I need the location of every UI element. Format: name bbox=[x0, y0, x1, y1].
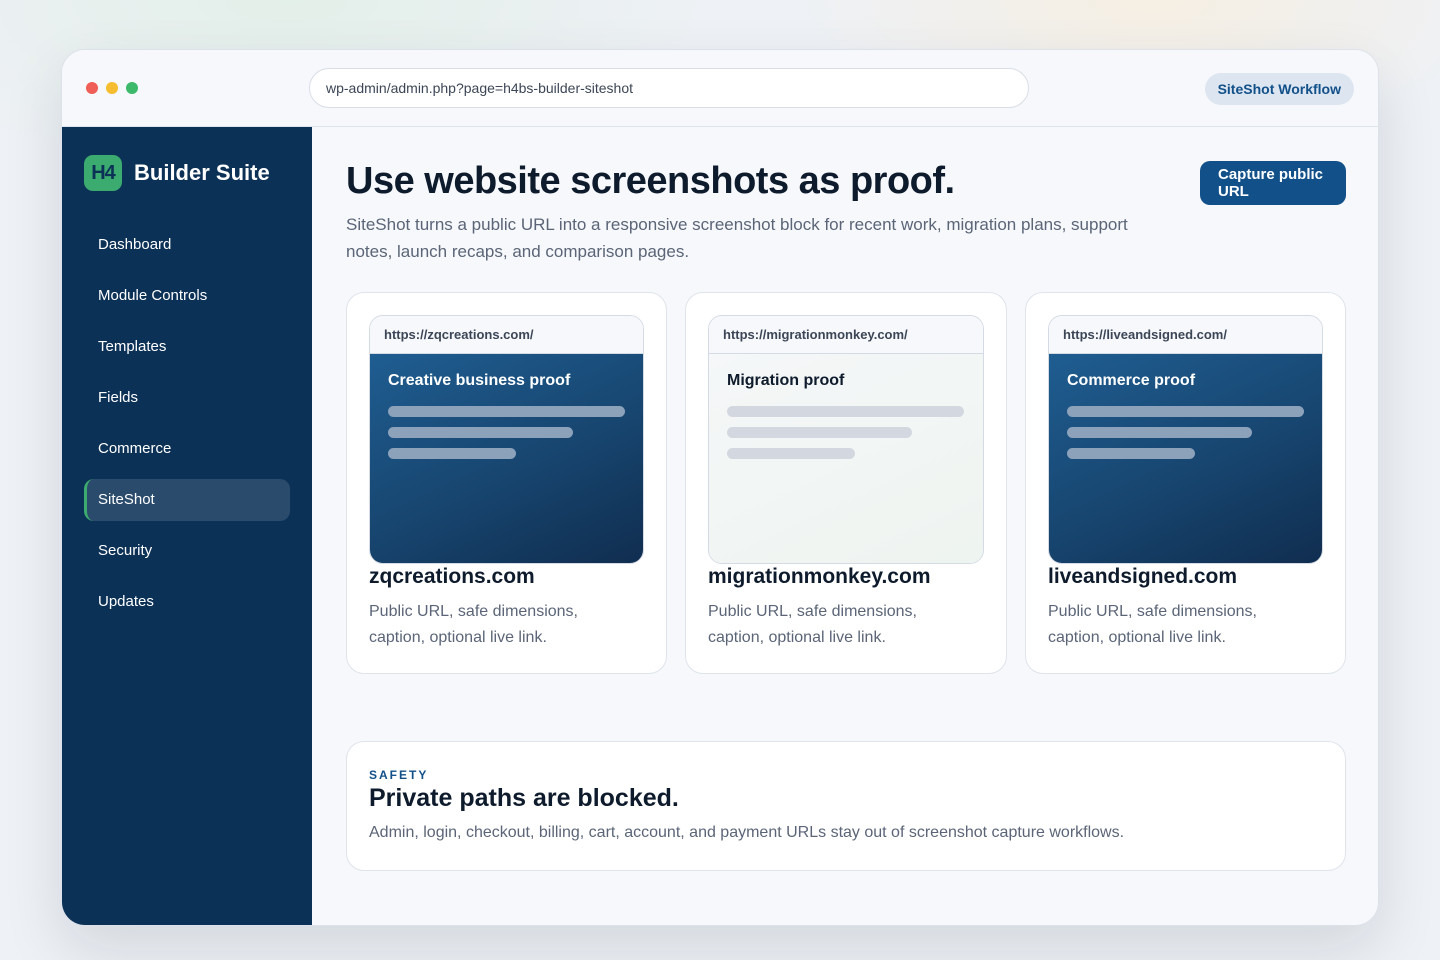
placeholder-line bbox=[1067, 448, 1195, 459]
main-content: Use website screenshots as proof. SiteSh… bbox=[312, 127, 1378, 925]
preview-url: https://liveandsigned.com/ bbox=[1049, 316, 1322, 354]
brand-logo-icon: H4 bbox=[84, 155, 122, 191]
preview-url: https://migrationmonkey.com/ bbox=[709, 316, 983, 354]
preview-title: Commerce proof bbox=[1067, 372, 1196, 389]
screenshot-card[interactable]: https://migrationmonkey.com/ Migration p… bbox=[685, 292, 1007, 674]
brand-name: Builder Suite bbox=[134, 160, 270, 185]
workflow-badge[interactable]: SiteShot Workflow bbox=[1204, 73, 1354, 105]
sidebar-item-updates[interactable]: Updates bbox=[84, 581, 290, 623]
safety-panel: SAFETY Private paths are blocked. Admin,… bbox=[346, 741, 1346, 871]
card-domain: zqcreations.com bbox=[369, 565, 535, 588]
placeholder-line bbox=[1067, 406, 1304, 417]
preview-title: Migration proof bbox=[727, 372, 845, 389]
maximize-window-button[interactable] bbox=[126, 82, 138, 94]
placeholder-line bbox=[727, 448, 855, 459]
safety-text: Admin, login, checkout, billing, cart, a… bbox=[369, 824, 1125, 841]
screenshot-preview[interactable]: https://migrationmonkey.com/ Migration p… bbox=[708, 315, 984, 564]
card-domain: liveandsigned.com bbox=[1048, 565, 1238, 588]
sidebar-item-dashboard[interactable]: Dashboard bbox=[84, 224, 290, 266]
brand[interactable]: H4 Builder Suite bbox=[84, 155, 270, 191]
card-domain: migrationmonkey.com bbox=[708, 565, 931, 588]
safety-title: Private paths are blocked. bbox=[369, 784, 679, 812]
card-caption: Public URL, safe dimensions, caption, op… bbox=[369, 603, 578, 646]
preview-url: https://zqcreations.com/ bbox=[370, 316, 643, 354]
screenshot-preview[interactable]: https://zqcreations.com/ Creative busine… bbox=[369, 315, 644, 564]
page-title: Use website screenshots as proof. bbox=[346, 160, 955, 202]
preview-body: Commerce proof bbox=[1049, 354, 1322, 563]
placeholder-line bbox=[727, 427, 912, 438]
placeholder-line bbox=[1067, 427, 1252, 438]
sidebar-item-module-controls[interactable]: Module Controls bbox=[84, 275, 290, 317]
card-caption: Public URL, safe dimensions, caption, op… bbox=[1048, 603, 1257, 646]
screenshot-cards: https://zqcreations.com/ Creative busine… bbox=[346, 292, 1346, 674]
screenshot-preview[interactable]: https://liveandsigned.com/ Commerce proo… bbox=[1048, 315, 1323, 564]
browser-toolbar: wp-admin/admin.php?page=h4bs-builder-sit… bbox=[62, 50, 1378, 127]
sidebar: H4 Builder Suite Dashboard Module Contro… bbox=[62, 127, 312, 925]
preview-title: Creative business proof bbox=[388, 372, 571, 389]
sidebar-nav: Dashboard Module Controls Templates Fiel… bbox=[84, 224, 290, 632]
placeholder-line bbox=[388, 448, 516, 459]
sidebar-item-siteshot[interactable]: SiteShot bbox=[84, 479, 290, 521]
close-window-button[interactable] bbox=[86, 82, 98, 94]
sidebar-item-templates[interactable]: Templates bbox=[84, 326, 290, 368]
card-caption: Public URL, safe dimensions, caption, op… bbox=[708, 603, 917, 646]
sidebar-item-security[interactable]: Security bbox=[84, 530, 290, 572]
sidebar-item-fields[interactable]: Fields bbox=[84, 377, 290, 419]
capture-public-url-button[interactable]: Capture public URL bbox=[1200, 161, 1346, 205]
page-description: SiteShot turns a public URL into a respo… bbox=[346, 215, 1128, 261]
screenshot-card[interactable]: https://zqcreations.com/ Creative busine… bbox=[346, 292, 667, 674]
placeholder-line bbox=[727, 406, 964, 417]
placeholder-line bbox=[388, 427, 573, 438]
address-bar[interactable]: wp-admin/admin.php?page=h4bs-builder-sit… bbox=[309, 68, 1029, 108]
placeholder-line bbox=[388, 406, 625, 417]
screenshot-card[interactable]: https://liveandsigned.com/ Commerce proo… bbox=[1025, 292, 1346, 674]
browser-window: wp-admin/admin.php?page=h4bs-builder-sit… bbox=[61, 49, 1379, 926]
preview-body: Migration proof bbox=[709, 354, 983, 563]
preview-body: Creative business proof bbox=[370, 354, 643, 563]
safety-eyebrow: SAFETY bbox=[369, 768, 429, 782]
sidebar-item-commerce[interactable]: Commerce bbox=[84, 428, 290, 470]
minimize-window-button[interactable] bbox=[106, 82, 118, 94]
